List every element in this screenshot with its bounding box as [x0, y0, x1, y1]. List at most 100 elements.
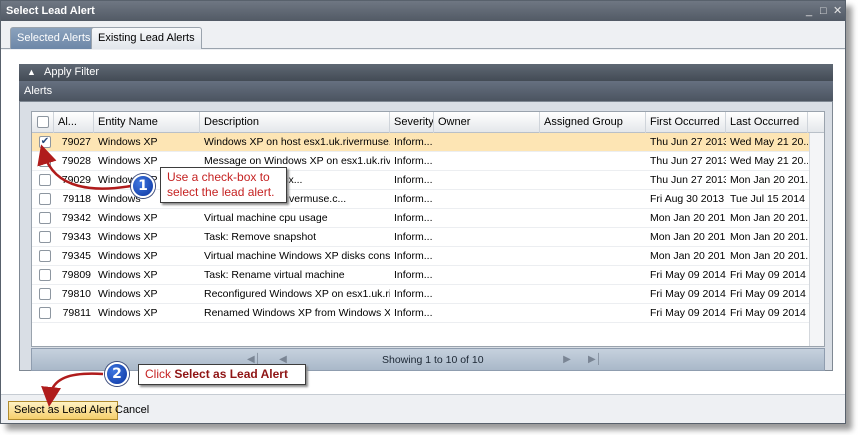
cell-owner [434, 133, 540, 152]
cell-id: 79118 [62, 193, 91, 205]
cell-first: Mon Jan 20 201... [650, 250, 726, 262]
cell-id: 79345 [61, 250, 91, 262]
column-header-id[interactable]: Al... [54, 112, 94, 133]
cell-id: 79027 [61, 136, 91, 148]
cell-entity: Windows XP [98, 288, 158, 300]
column-header-entity[interactable]: Entity Name [94, 112, 200, 133]
cell-last: Wed May 21 20... [730, 136, 808, 148]
column-header-owner[interactable]: Owner [434, 112, 540, 133]
cell-last: Mon Jan 20 201... [730, 250, 808, 262]
tab-existing-lead-alerts[interactable]: Existing Lead Alerts [91, 27, 202, 49]
cell-last: Mon Jan 20 201... [730, 231, 808, 243]
cell-id: 79810 [61, 288, 91, 300]
cell-entity: Windows XP [98, 136, 158, 148]
alerts-grid: Al... Entity Name Description Severity O… [31, 111, 825, 347]
select-all-checkbox[interactable] [37, 116, 49, 128]
cell-last: Mon Jan 20 201... [730, 212, 808, 224]
column-header-assigned-group[interactable]: Assigned Group [540, 112, 646, 133]
row-checkbox[interactable] [39, 193, 51, 205]
tab-selected-alerts[interactable]: Selected Alerts [10, 27, 98, 49]
cell-group [540, 171, 646, 190]
column-header-description[interactable]: Description [200, 112, 390, 133]
cell-group [540, 209, 646, 228]
row-checkbox[interactable] [39, 307, 51, 319]
last-page-icon[interactable]: ▶│ [588, 353, 602, 367]
cell-description: Reconfigured Windows XP on esx1.uk.rive.… [204, 288, 390, 300]
chevron-up-icon: ▲ [27, 67, 36, 77]
cell-owner [434, 152, 540, 171]
table-row[interactable]: 79809 Windows XP Task: Rename virtual mach… [32, 266, 824, 285]
cell-severity: Inform... [394, 155, 433, 167]
cancel-button[interactable]: Cancel [109, 401, 155, 420]
step-2-badge: 2 [105, 362, 129, 386]
cell-group [540, 133, 646, 152]
cell-group [540, 247, 646, 266]
column-header-last-occurred[interactable]: Last Occurred [726, 112, 808, 133]
cell-first: Mon Jan 20 201... [650, 212, 726, 224]
title-bar: Select Lead Alert _ □ ✕ [1, 1, 845, 21]
column-header-first-occurred[interactable]: First Occurred [646, 112, 726, 133]
next-page-icon[interactable]: ▶ [560, 353, 574, 367]
apply-filter-bar[interactable]: ▲ Apply Filter [19, 64, 833, 81]
row-checkbox[interactable] [39, 269, 51, 281]
table-row[interactable]: 79343 Windows XP Task: Remove snapshot Info… [32, 228, 824, 247]
cell-group [540, 285, 646, 304]
cell-severity: Inform... [394, 250, 433, 262]
cell-severity: Inform... [394, 174, 433, 186]
minimize-icon[interactable]: _ [806, 1, 812, 21]
row-checkbox[interactable] [39, 155, 51, 167]
row-checkbox[interactable] [39, 174, 51, 186]
cell-owner [434, 247, 540, 266]
alerts-title: Alerts [24, 85, 53, 97]
cell-first: Fri Aug 30 2013 ... [650, 193, 726, 205]
cell-severity: Inform... [394, 231, 433, 243]
table-row[interactable]: 79811 Windows XP Renamed Windows XP from W… [32, 304, 824, 323]
cell-owner [434, 266, 540, 285]
column-header-severity[interactable]: Severity [390, 112, 434, 133]
callout-1-text: Use a check-box to select the lead alert… [167, 170, 275, 199]
row-checkbox[interactable] [39, 212, 51, 224]
cell-first: Thu Jun 27 2013... [650, 155, 726, 167]
cell-description: Task: Remove snapshot [204, 231, 317, 243]
alerts-header: Alerts [19, 81, 833, 101]
cell-last: Fri May 09 2014 ... [730, 307, 808, 319]
row-checkbox[interactable] [39, 231, 51, 243]
cell-description: Renamed Windows XP from Windows XP ... [204, 307, 390, 319]
cell-owner [434, 190, 540, 209]
table-row[interactable]: ✔ 79027 Windows XP Windows XP on host esx1.… [32, 133, 824, 152]
cell-entity: Windows XP [98, 231, 158, 243]
vertical-scrollbar[interactable] [809, 133, 824, 346]
row-checkbox[interactable] [39, 288, 51, 300]
cell-group [540, 304, 646, 323]
row-checkbox[interactable]: ✔ [39, 136, 51, 148]
cell-last: Fri May 09 2014 ... [730, 288, 808, 300]
table-row[interactable]: 79342 Windows XP Virtual machine cpu usage… [32, 209, 824, 228]
table-row[interactable]: 79028 Windows XP Message on Windows XP on … [32, 152, 824, 171]
cell-group [540, 266, 646, 285]
table-row[interactable]: 79345 Windows XP Virtual machine Windows X… [32, 247, 824, 266]
cell-first: Fri May 09 2014 ... [650, 269, 726, 281]
select-as-lead-alert-button[interactable]: Select as Lead Alert [8, 401, 118, 420]
cell-owner [434, 209, 540, 228]
cell-owner [434, 171, 540, 190]
row-checkbox[interactable] [39, 250, 51, 262]
cell-first: Thu Jun 27 2013... [650, 174, 726, 186]
cell-severity: Inform... [394, 269, 433, 281]
cell-id: 79809 [61, 269, 91, 281]
dialog-footer: Select as Lead Alert Cancel [1, 394, 845, 423]
maximize-icon[interactable]: □ [820, 1, 827, 21]
dialog-window: Select Lead Alert _ □ ✕ Selected Alerts … [0, 0, 846, 424]
apply-filter-label: Apply Filter [43, 66, 100, 78]
cell-first: Fri May 09 2014 ... [650, 307, 726, 319]
step-1-badge: 1 [131, 174, 155, 198]
callout-1: Use a check-box to select the lead alert… [160, 167, 287, 203]
cell-severity: Inform... [394, 288, 433, 300]
table-row[interactable]: 79810 Windows XP Reconfigured Windows XP o… [32, 285, 824, 304]
close-icon[interactable]: ✕ [833, 1, 842, 21]
cell-owner [434, 228, 540, 247]
window-title: Select Lead Alert [6, 5, 95, 17]
cell-id: 79811 [62, 307, 91, 319]
cell-entity: Windows XP [98, 212, 158, 224]
pager-status: Showing 1 to 10 of 10 [382, 354, 484, 366]
cell-first: Mon Jan 20 201... [650, 231, 726, 243]
